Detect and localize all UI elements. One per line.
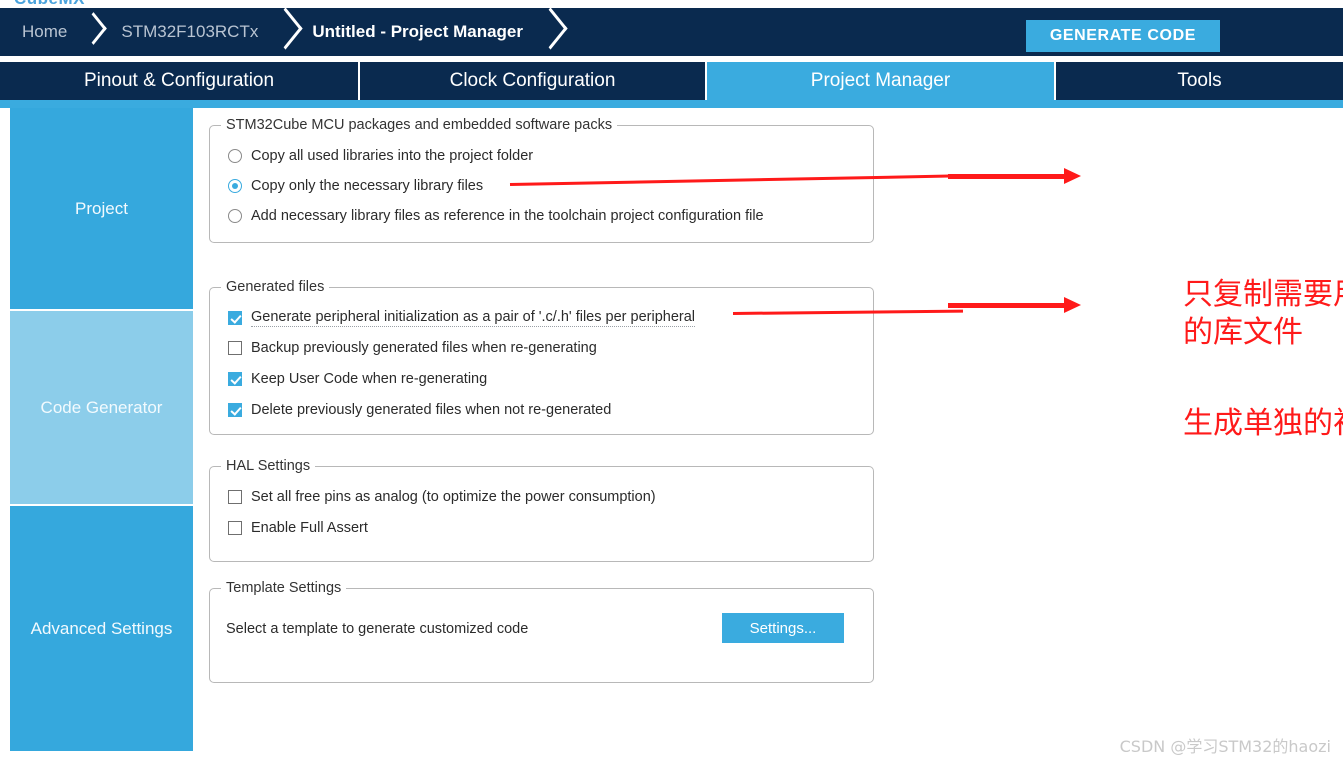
- breadcrumb-item-project[interactable]: Untitled - Project Manager: [308, 22, 527, 42]
- checkbox-enable-full-assert[interactable]: Enable Full Assert: [228, 520, 368, 536]
- radio-label: Copy only the necessary library files: [251, 178, 484, 194]
- checkbox-label: Delete previously generated files when n…: [251, 402, 612, 418]
- radio-copy-only-necessary[interactable]: Copy only the necessary library files: [228, 178, 483, 194]
- packages-groupbox-title: STM32Cube MCU packages and embedded soft…: [221, 117, 618, 133]
- chevron-right-icon: [71, 8, 117, 56]
- body-area: Project Code Generator Advanced Settings…: [0, 108, 1343, 769]
- checkbox-generate-peripheral-init[interactable]: Generate peripheral initialization as a …: [228, 309, 695, 327]
- watermark: CSDN @学习STM32的haozi: [1119, 737, 1331, 756]
- checkbox-unchecked-icon: [228, 521, 242, 535]
- main-tab-bar: Pinout & Configuration Clock Configurati…: [0, 62, 1343, 100]
- breadcrumb-item-home[interactable]: Home: [18, 22, 71, 42]
- tab-tools[interactable]: Tools: [1056, 62, 1343, 100]
- template-settings-button[interactable]: Settings...: [722, 613, 844, 643]
- annotation-text-2: 生成单独的初始化文件: [1183, 406, 1343, 441]
- sidebar-item-project[interactable]: Project: [10, 108, 193, 311]
- tab-project-manager[interactable]: Project Manager: [707, 62, 1056, 100]
- chevron-right-icon: [262, 8, 308, 56]
- checkbox-unchecked-icon: [228, 341, 242, 355]
- tab-clock-configuration[interactable]: Clock Configuration: [360, 62, 707, 100]
- radio-unchecked-icon: [228, 149, 242, 163]
- active-tab-underline: [0, 100, 1343, 108]
- code-generator-panel: STM32Cube MCU packages and embedded soft…: [193, 108, 1343, 769]
- hal-settings-groupbox: HAL Settings Set all free pins as analog…: [209, 458, 874, 562]
- cubemx-logo-text: CubeMX: [14, 0, 85, 8]
- radio-add-as-reference[interactable]: Add necessary library files as reference…: [228, 208, 764, 224]
- radio-copy-all-libraries[interactable]: Copy all used libraries into the project…: [228, 148, 533, 164]
- checkbox-delete-previously-generated[interactable]: Delete previously generated files when n…: [228, 402, 611, 418]
- sidebar-item-advanced-settings[interactable]: Advanced Settings: [10, 506, 193, 751]
- generated-files-groupbox: Generated files Generate peripheral init…: [209, 279, 874, 435]
- checkbox-label: Generate peripheral initialization as a …: [251, 309, 695, 327]
- checkbox-unchecked-icon: [228, 490, 242, 504]
- cubemx-logo: CubeMX: [0, 0, 1343, 8]
- tab-pinout-configuration[interactable]: Pinout & Configuration: [0, 62, 360, 100]
- checkbox-checked-icon: [228, 311, 242, 325]
- checkbox-backup-previously-generated[interactable]: Backup previously generated files when r…: [228, 340, 597, 356]
- stm32cubemx-window: CubeMX Home STM32F103RCTx Untitled - Pro…: [0, 0, 1343, 769]
- breadcrumb-item-mcu[interactable]: STM32F103RCTx: [117, 22, 262, 42]
- checkbox-label: Set all free pins as analog (to optimize…: [251, 489, 656, 505]
- checkbox-label: Keep User Code when re-generating: [251, 371, 488, 387]
- breadcrumb: Home STM32F103RCTx Untitled - Project Ma…: [0, 8, 1343, 56]
- checkbox-label: Backup previously generated files when r…: [251, 340, 597, 356]
- hal-settings-groupbox-title: HAL Settings: [221, 458, 316, 474]
- chevron-right-icon: [527, 8, 573, 56]
- radio-label: Add necessary library files as reference…: [251, 208, 764, 224]
- sidebar-item-code-generator[interactable]: Code Generator: [10, 311, 193, 506]
- checkbox-label: Enable Full Assert: [251, 520, 368, 536]
- template-settings-groupbox-title: Template Settings: [221, 580, 347, 596]
- radio-unchecked-icon: [228, 209, 242, 223]
- checkbox-checked-icon: [228, 403, 242, 417]
- radio-checked-icon: [228, 179, 242, 193]
- template-settings-description: Select a template to generate customized…: [226, 621, 529, 637]
- checkbox-keep-user-code[interactable]: Keep User Code when re-generating: [228, 371, 487, 387]
- generate-code-button[interactable]: GENERATE CODE: [1025, 20, 1220, 52]
- checkbox-checked-icon: [228, 372, 242, 386]
- radio-label: Copy all used libraries into the project…: [251, 148, 534, 164]
- annotation-text-1: 只复制需要用到 的库文件: [1183, 277, 1343, 351]
- generated-files-groupbox-title: Generated files: [221, 279, 330, 295]
- checkbox-set-free-pins-analog[interactable]: Set all free pins as analog (to optimize…: [228, 489, 656, 505]
- sidebar: Project Code Generator Advanced Settings: [10, 108, 193, 753]
- template-settings-groupbox: Template Settings Select a template to g…: [209, 580, 874, 683]
